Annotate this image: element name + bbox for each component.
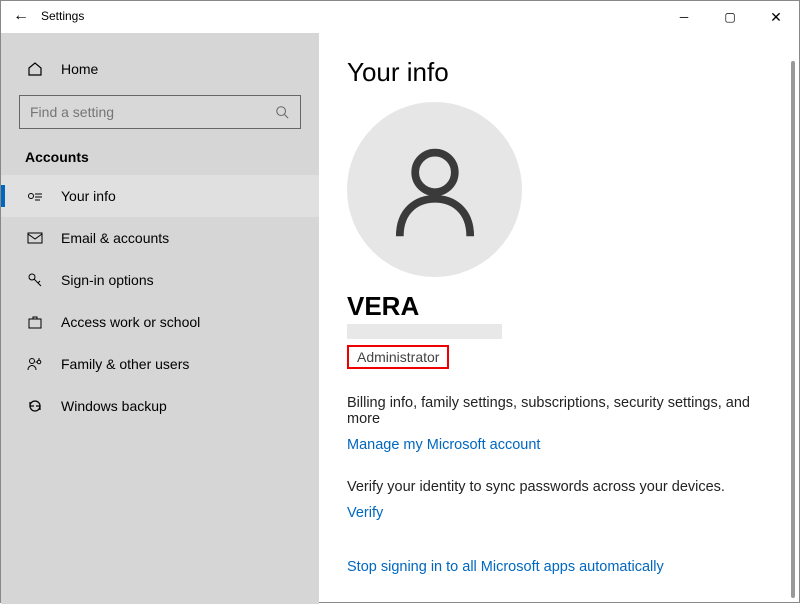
content-area: Your info VERA Administrator Billing inf… (319, 37, 799, 602)
people-icon (27, 356, 43, 372)
briefcase-icon (27, 314, 43, 330)
sidebar-item-label: Sign-in options (61, 272, 154, 288)
sidebar-item-signin-options[interactable]: Sign-in options (1, 259, 319, 301)
sidebar-item-label: Access work or school (61, 314, 200, 330)
search-input[interactable] (30, 104, 251, 120)
sidebar-section-title: Accounts (1, 131, 319, 175)
sidebar-item-email-accounts[interactable]: Email & accounts (1, 217, 319, 259)
billing-description: Billing info, family settings, subscript… (347, 395, 771, 427)
verify-link[interactable]: Verify (347, 505, 771, 521)
title-bar: ← Settings ─ ▢ ✕ (1, 1, 799, 33)
sidebar-item-family-users[interactable]: Family & other users (1, 343, 319, 385)
home-icon (27, 61, 43, 77)
back-button[interactable]: ← (13, 7, 29, 25)
sidebar-item-access-work-school[interactable]: Access work or school (1, 301, 319, 343)
sidebar: Home Accounts Your info Email & accounts… (1, 33, 319, 604)
sidebar-item-label: Email & accounts (61, 230, 169, 246)
minimize-button[interactable]: ─ (661, 1, 707, 33)
manage-account-link[interactable]: Manage my Microsoft account (347, 437, 771, 453)
scrollbar[interactable] (791, 61, 795, 598)
verify-description: Verify your identity to sync passwords a… (347, 479, 771, 495)
key-icon (27, 272, 43, 288)
maximize-button[interactable]: ▢ (707, 1, 753, 33)
sidebar-item-windows-backup[interactable]: Windows backup (1, 385, 319, 427)
stop-signin-link[interactable]: Stop signing in to all Microsoft apps au… (347, 559, 771, 575)
user-email-redacted (347, 324, 502, 339)
search-icon (274, 104, 290, 120)
sync-icon (27, 398, 43, 414)
sidebar-item-label: Windows backup (61, 398, 167, 414)
account-role: Administrator (347, 345, 449, 369)
sidebar-item-your-info[interactable]: Your info (1, 175, 319, 217)
person-card-icon (27, 188, 43, 204)
search-box[interactable] (19, 95, 301, 129)
window-title: Settings (41, 9, 84, 23)
sidebar-item-label: Your info (61, 188, 116, 204)
sidebar-item-label: Family & other users (61, 356, 189, 372)
user-name: VERA (347, 291, 771, 322)
mail-icon (27, 230, 43, 246)
home-label: Home (61, 61, 98, 77)
close-button[interactable]: ✕ (753, 1, 799, 33)
avatar[interactable] (347, 102, 522, 277)
home-nav[interactable]: Home (1, 51, 319, 87)
page-title: Your info (347, 57, 771, 88)
